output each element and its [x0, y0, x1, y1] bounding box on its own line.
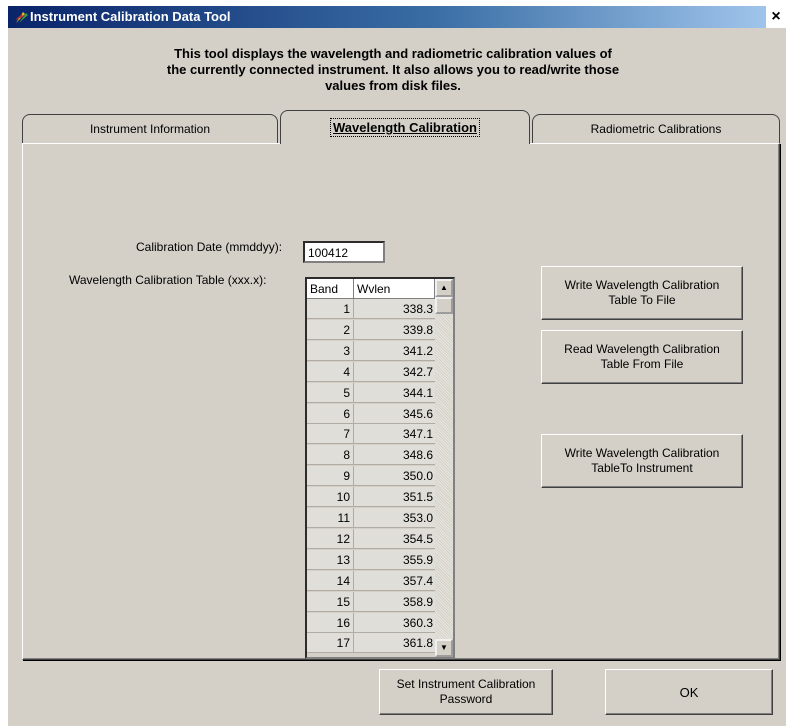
calibration-date-label: Calibration Date (mmddyy):: [136, 240, 283, 254]
write-table-to-file-label-2: Table To File: [608, 293, 676, 307]
intro-line-3: values from disk files.: [325, 78, 461, 93]
wavelength-cell: 347.1: [354, 424, 435, 445]
wavelength-cell: 361.8: [354, 633, 435, 654]
intro-line-1: This tool displays the wavelength and ra…: [174, 46, 612, 61]
table-row[interactable]: 11 353.0: [307, 508, 435, 528]
write-table-to-instrument-label-1: Write Wavelength Calibration: [564, 446, 720, 460]
close-button[interactable]: ×: [766, 6, 786, 28]
tab-radiometric-calibrations[interactable]: Radiometric Calibrations: [532, 114, 780, 144]
band-cell: 1: [307, 299, 354, 319]
band-cell: 16: [307, 612, 354, 633]
wavelength-cell: 360.3: [354, 613, 435, 633]
table-row[interactable]: 10 351.5: [307, 487, 435, 508]
column-header-wvlen: Wvlen: [354, 279, 435, 299]
scroll-thumb[interactable]: [435, 297, 453, 314]
wavelength-cell: 339.8: [354, 320, 435, 340]
band-cell: 14: [307, 570, 354, 591]
band-cell: 6: [307, 403, 354, 424]
wavelength-cell: 344.1: [354, 383, 435, 403]
table-row[interactable]: 3 341.2: [307, 340, 435, 361]
wavelength-cell: 358.9: [354, 592, 435, 612]
app-icon: [15, 12, 28, 23]
table-row[interactable]: 12 354.5: [307, 528, 435, 549]
scroll-up-arrow-icon[interactable]: ▲: [435, 279, 453, 297]
band-cell: 10: [307, 487, 354, 508]
band-cell: 7: [307, 424, 354, 445]
table-scrollbar[interactable]: ▲ ▼: [435, 279, 453, 657]
wavelength-cell: 341.2: [354, 341, 435, 361]
table-row[interactable]: 4 342.7: [307, 361, 435, 382]
wavelength-cell: 338.3: [354, 299, 435, 319]
read-table-from-file-button[interactable]: Read Wavelength Calibration Table From F…: [541, 330, 743, 384]
table-row[interactable]: 9 350.0: [307, 466, 435, 487]
wavelength-cell: 357.4: [354, 571, 435, 591]
write-table-to-file-label-1: Write Wavelength Calibration: [564, 278, 720, 292]
title-bar[interactable]: Instrument Calibration Data Tool ×: [8, 6, 786, 28]
table-row[interactable]: 5 344.1: [307, 382, 435, 403]
table-row[interactable]: 1 338.3: [307, 299, 435, 319]
tab-instrument-information[interactable]: Instrument Information: [22, 114, 278, 144]
band-cell: 2: [307, 319, 354, 340]
table-row[interactable]: 13 355.9: [307, 549, 435, 570]
ok-button[interactable]: OK: [605, 669, 773, 715]
band-cell: 17: [307, 633, 354, 654]
band-cell: 12: [307, 528, 354, 549]
wavelength-cell: 351.5: [354, 487, 435, 508]
table-row[interactable]: 8 348.6: [307, 445, 435, 466]
write-table-to-file-button[interactable]: Write Wavelength Calibration Table To Fi…: [541, 266, 743, 320]
table-row[interactable]: 14 357.4: [307, 570, 435, 591]
read-table-from-file-label-2: Table From File: [600, 357, 684, 371]
calibration-table-label: Wavelength Calibration Table (xxx.x):: [69, 273, 267, 287]
wavelength-table[interactable]: Band Wvlen 1 338.3 2 339.8 3 341.2 4 342.7 5 344.…: [305, 277, 455, 659]
calibration-date-input[interactable]: [303, 241, 385, 263]
intro-text: This tool displays the wavelength and ra…: [68, 46, 718, 94]
ok-button-label: OK: [679, 684, 699, 700]
wavelength-cell: 342.7: [354, 362, 435, 382]
scroll-down-arrow-icon[interactable]: ▼: [435, 639, 453, 657]
wavelength-cell: 354.5: [354, 529, 435, 549]
band-cell: 9: [307, 466, 354, 487]
table-header: Band Wvlen: [307, 279, 435, 299]
tab-wavelength-calibration[interactable]: Wavelength Calibration: [280, 110, 530, 144]
band-cell: 15: [307, 591, 354, 612]
wavelength-cell: 345.6: [354, 404, 435, 424]
band-cell: 4: [307, 361, 354, 382]
set-password-button[interactable]: Set Instrument Calibration Password: [379, 669, 553, 715]
table-row[interactable]: 17 361.8: [307, 633, 435, 654]
table-row[interactable]: 15 358.9: [307, 591, 435, 612]
band-cell: 8: [307, 445, 354, 466]
wavelength-calibration-panel: Calibration Date (mmddyy): Wavelength Ca…: [22, 143, 780, 660]
table-row[interactable]: 16 360.3: [307, 612, 435, 633]
table-row[interactable]: 7 347.1: [307, 424, 435, 445]
band-cell: 5: [307, 382, 354, 403]
intro-line-2: the currently connected instrument. It a…: [166, 62, 620, 77]
wavelength-cell: 353.0: [354, 508, 435, 528]
set-password-label-2: Password: [439, 692, 493, 706]
set-password-label-1: Set Instrument Calibration: [396, 677, 536, 691]
table-row[interactable]: 6 345.6: [307, 403, 435, 424]
tab-wavelength-calibration-label: Wavelength Calibration: [330, 118, 480, 137]
write-table-to-instrument-button[interactable]: Write Wavelength Calibration TableTo Ins…: [541, 434, 743, 488]
band-cell: 11: [307, 508, 354, 528]
wavelength-cell: 348.6: [354, 445, 435, 466]
band-cell: 3: [307, 340, 354, 361]
wavelength-cell: 355.9: [354, 550, 435, 570]
band-cell: 13: [307, 549, 354, 570]
table-row[interactable]: 2 339.8: [307, 319, 435, 340]
column-header-band: Band: [307, 279, 354, 299]
calibration-dialog: Instrument Calibration Data Tool × This …: [8, 6, 786, 726]
window-title: Instrument Calibration Data Tool: [30, 9, 231, 24]
wavelength-cell: 350.0: [354, 466, 435, 487]
read-table-from-file-label-1: Read Wavelength Calibration: [564, 342, 720, 356]
write-table-to-instrument-label-2: TableTo Instrument: [591, 461, 693, 475]
